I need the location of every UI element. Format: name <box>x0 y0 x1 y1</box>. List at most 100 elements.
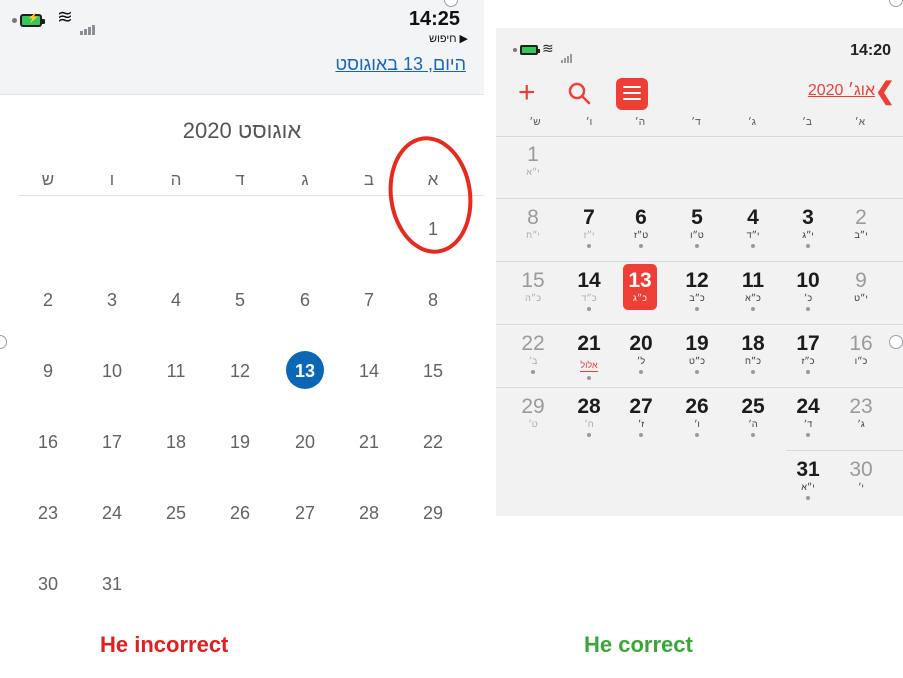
day-cell[interactable]: 10 <box>92 361 132 382</box>
day-cell[interactable]: 8 <box>413 290 453 311</box>
day-cell[interactable]: 17 כ״ז <box>785 333 831 374</box>
weekday-header: ד <box>235 170 245 189</box>
resize-handle[interactable] <box>889 0 903 7</box>
day-cell[interactable]: 21 <box>349 432 389 453</box>
day-cell[interactable]: 3 י״ג <box>785 207 831 248</box>
day-cell[interactable]: 11 <box>156 361 196 382</box>
day-cell[interactable]: 24 <box>92 503 132 524</box>
day-cell[interactable]: 5 ט״ו <box>674 207 720 248</box>
red-annotation-circle <box>381 130 480 260</box>
week-divider <box>496 261 903 262</box>
resize-handle[interactable] <box>889 335 903 349</box>
selected-day[interactable]: 13 <box>285 361 325 382</box>
day-cell[interactable]: 22 ב׳ <box>510 333 556 374</box>
day-cell[interactable]: 15 <box>413 361 453 382</box>
day-cell[interactable]: 29 ט׳ <box>510 396 556 430</box>
day-cell[interactable]: 6 <box>285 290 325 311</box>
day-cell[interactable]: 23 ג׳ <box>838 396 884 430</box>
day-cell[interactable]: 28 <box>349 503 389 524</box>
day-cell[interactable]: 27 ז׳ <box>618 396 664 437</box>
back-to-search-link[interactable]: חיפוש ▶ <box>429 32 468 45</box>
day-cell[interactable]: 8 י״ח <box>510 207 556 241</box>
day-cell[interactable]: 22 <box>413 432 453 453</box>
day-cell[interactable]: 25 ה׳ <box>730 396 776 437</box>
signal-icon <box>80 17 96 35</box>
day-cell[interactable]: 20 <box>285 432 325 453</box>
day-cell[interactable]: 5 <box>220 290 260 311</box>
month-back-link[interactable]: אוג׳ 2020 <box>808 82 875 100</box>
list-view-icon[interactable] <box>616 78 648 110</box>
day-cell[interactable]: 16 כ״ו <box>838 333 884 367</box>
day-cell[interactable]: 3 <box>92 290 132 311</box>
day-cell[interactable]: 20 ל׳ <box>618 333 664 374</box>
day-cell[interactable]: 23 <box>28 503 68 524</box>
day-cell[interactable]: 2 <box>28 290 68 311</box>
week-divider <box>786 450 903 451</box>
day-cell[interactable]: 16 <box>28 432 68 453</box>
day-cell[interactable]: 7 י״ז <box>566 207 612 248</box>
battery-icon <box>520 45 540 55</box>
wifi-icon: ≋ <box>57 7 73 28</box>
wifi-icon: ≋ <box>542 40 554 56</box>
day-cell[interactable]: 26 <box>220 503 260 524</box>
add-event-button[interactable]: + <box>518 78 536 108</box>
incorrect-caption: He incorrect <box>100 632 229 657</box>
day-cell[interactable]: 15 כ״ה <box>510 270 556 304</box>
day-cell[interactable]: 10 כ׳ <box>785 270 831 311</box>
weekday-header: ג <box>301 170 309 189</box>
day-cell[interactable]: 14 כ״ד <box>566 270 612 311</box>
day-cell[interactable]: 4 <box>156 290 196 311</box>
day-cell[interactable]: 26 ו׳ <box>674 396 720 437</box>
day-cell[interactable]: 14 <box>349 361 389 382</box>
day-cell[interactable]: 24 ד׳ <box>785 396 831 437</box>
day-cell[interactable]: 9 <box>28 361 68 382</box>
day-cell[interactable]: 29 <box>413 503 453 524</box>
weekday-header: א׳ <box>854 117 866 128</box>
week-divider <box>496 136 903 137</box>
weekday-header: ב׳ <box>802 117 812 128</box>
day-cell[interactable]: 31 י״א <box>785 459 831 500</box>
status-dot <box>513 48 517 52</box>
day-cell[interactable]: 12 <box>220 361 260 382</box>
day-cell[interactable]: 25 <box>156 503 196 524</box>
weekday-header: ו <box>109 170 115 189</box>
day-cell[interactable]: 19 <box>220 432 260 453</box>
day-cell[interactable]: 1 י״א <box>510 144 556 178</box>
day-cell[interactable]: 17 <box>92 432 132 453</box>
status-time: 14:25 <box>408 8 460 30</box>
weekday-header: ש <box>41 170 55 189</box>
weekday-header: ב <box>363 170 375 189</box>
day-cell[interactable]: 21 אלול <box>566 333 612 380</box>
status-time: 14:20 <box>850 42 891 59</box>
week-divider <box>496 198 903 199</box>
day-cell[interactable]: 28 ח׳ <box>566 396 612 437</box>
left-status-bar: ⚡ ≋ 14:25 חיפוש ▶ היום, 13 באוגוסט <box>0 0 484 95</box>
day-cell[interactable]: 4 י״ד <box>730 207 776 248</box>
day-cell[interactable]: 12 כ״ב <box>674 270 720 311</box>
day-cell[interactable]: 30 <box>28 574 68 595</box>
weekday-header: ש׳ <box>529 117 541 128</box>
day-cell[interactable]: 30 י׳ <box>838 459 884 493</box>
weekday-header: ג׳ <box>747 117 757 128</box>
right-status-bar: ≋ 14:20 <box>496 28 903 74</box>
day-cell[interactable]: 18 כ״ח <box>730 333 776 374</box>
day-cell[interactable]: 7 <box>349 290 389 311</box>
day-cell[interactable]: 6 ט״ז <box>618 207 664 248</box>
day-cell[interactable]: 27 <box>285 503 325 524</box>
day-cell[interactable]: 18 <box>156 432 196 453</box>
day-cell[interactable]: 31 <box>92 574 132 595</box>
day-cell[interactable]: 19 כ״ט <box>674 333 720 374</box>
chevron-back-icon[interactable]: ❮ <box>875 77 895 106</box>
today-link[interactable]: היום, 13 באוגוסט <box>335 54 466 75</box>
search-icon[interactable] <box>566 80 594 108</box>
day-cell[interactable]: 11 כ״א <box>730 270 776 311</box>
signal-icon <box>561 45 573 63</box>
today-cell[interactable]: 13 כ״ג <box>617 270 663 304</box>
correct-calendar-panel: ≋ 14:20 + אוג׳ 2020 ❮ ש׳ ו׳ ה׳ ד׳ ג׳ ב׳ … <box>496 28 903 516</box>
day-cell[interactable]: 2 י״ב <box>838 207 884 241</box>
week-divider <box>496 324 903 325</box>
day-cell[interactable]: 9 י״ט <box>838 270 884 304</box>
incorrect-calendar-panel: ⚡ ≋ 14:25 חיפוש ▶ היום, 13 באוגוסט אוגוס… <box>0 0 484 678</box>
weekday-header: ו׳ <box>585 117 593 128</box>
week-divider <box>496 387 903 388</box>
